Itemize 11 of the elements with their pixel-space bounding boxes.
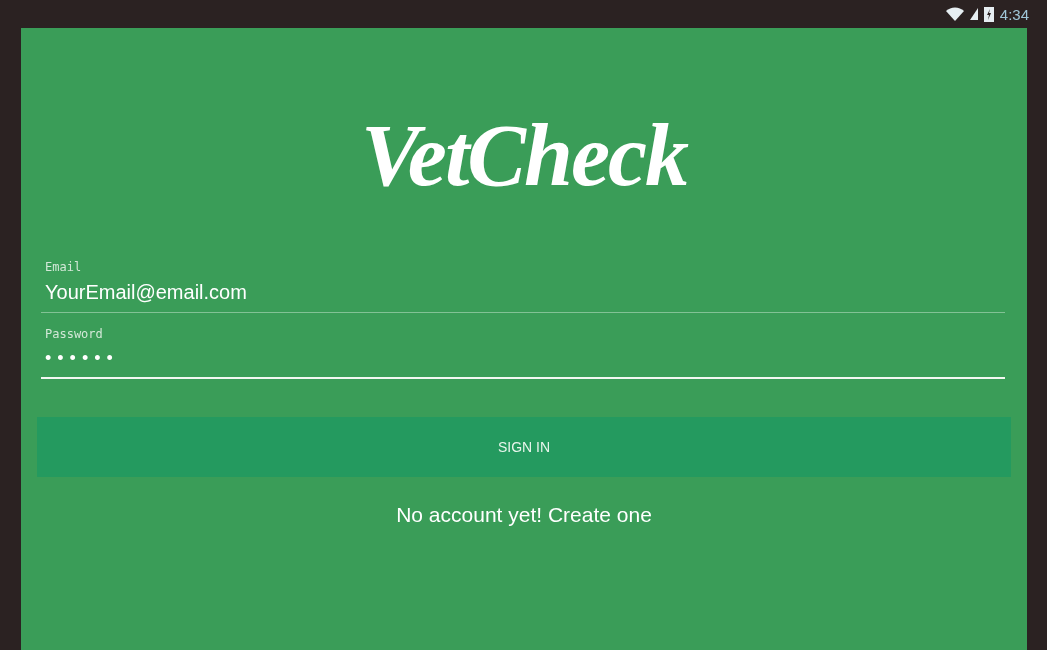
email-field[interactable]: YourEmail@email.com xyxy=(41,275,1005,313)
field-label: Password xyxy=(45,327,103,341)
sign-in-button[interactable]: SIGN IN xyxy=(37,417,1011,477)
field-label: Email xyxy=(45,260,82,274)
create-account-link[interactable]: No account yet! Create one xyxy=(396,503,652,527)
wifi-icon xyxy=(945,7,964,21)
status-time: 4:34 xyxy=(999,5,1029,23)
battery-icon xyxy=(983,6,994,22)
password-field[interactable]: •••••• xyxy=(41,342,1005,379)
signal-icon xyxy=(969,8,978,20)
app-logo: VetCheck xyxy=(360,106,688,206)
